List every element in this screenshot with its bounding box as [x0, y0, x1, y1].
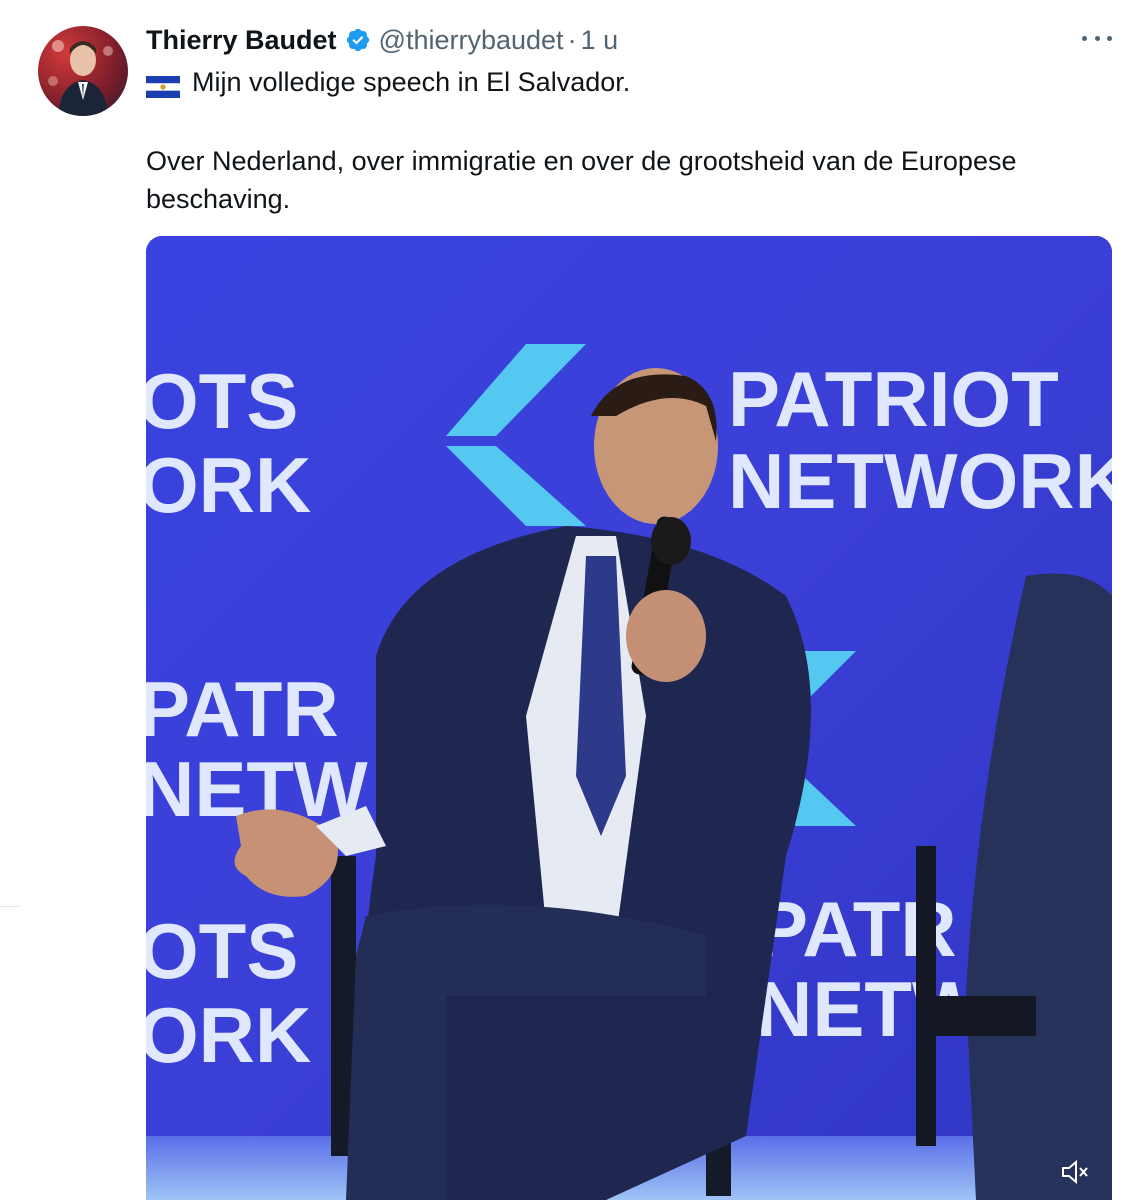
author-name[interactable]: Thierry Baudet — [146, 25, 337, 56]
backdrop-text: ORK — [146, 441, 311, 529]
backdrop-text: NETWORK — [728, 437, 1112, 525]
tweet[interactable]: Thierry Baudet @thierrybaudet · 1 u Mijn… — [0, 0, 1142, 1200]
more-icon[interactable] — [1082, 26, 1112, 50]
divider — [0, 906, 20, 907]
backdrop-text: OTS — [146, 357, 298, 445]
backdrop-text: OTS — [146, 907, 298, 995]
tweet-text-line-1: Mijn volledige speech in El Salvador. — [146, 64, 630, 100]
verified-badge-icon — [346, 28, 369, 52]
tweet-video[interactable]: OTS ORK PATRIOT NETWORK PATR NETW OTS OR… — [146, 236, 1112, 1200]
tweet-text-first: Mijn volledige speech in El Salvador. — [192, 67, 631, 97]
backdrop-text: PATRIOT — [728, 355, 1059, 443]
tweet-header: Thierry Baudet @thierrybaudet · 1 u — [146, 22, 618, 58]
el-salvador-flag-icon — [146, 71, 180, 98]
timestamp[interactable]: 1 u — [581, 25, 619, 56]
author-avatar[interactable] — [38, 26, 128, 116]
separator-dot: · — [567, 24, 577, 55]
tweet-text-paragraph: Over Nederland, over immigratie en over … — [146, 146, 1017, 214]
author-handle[interactable]: @thierrybaudet — [379, 25, 564, 56]
backdrop-text: PATR — [146, 665, 339, 753]
speaker-muted-icon[interactable] — [1060, 1158, 1090, 1186]
backdrop-text: ORK — [146, 991, 311, 1079]
